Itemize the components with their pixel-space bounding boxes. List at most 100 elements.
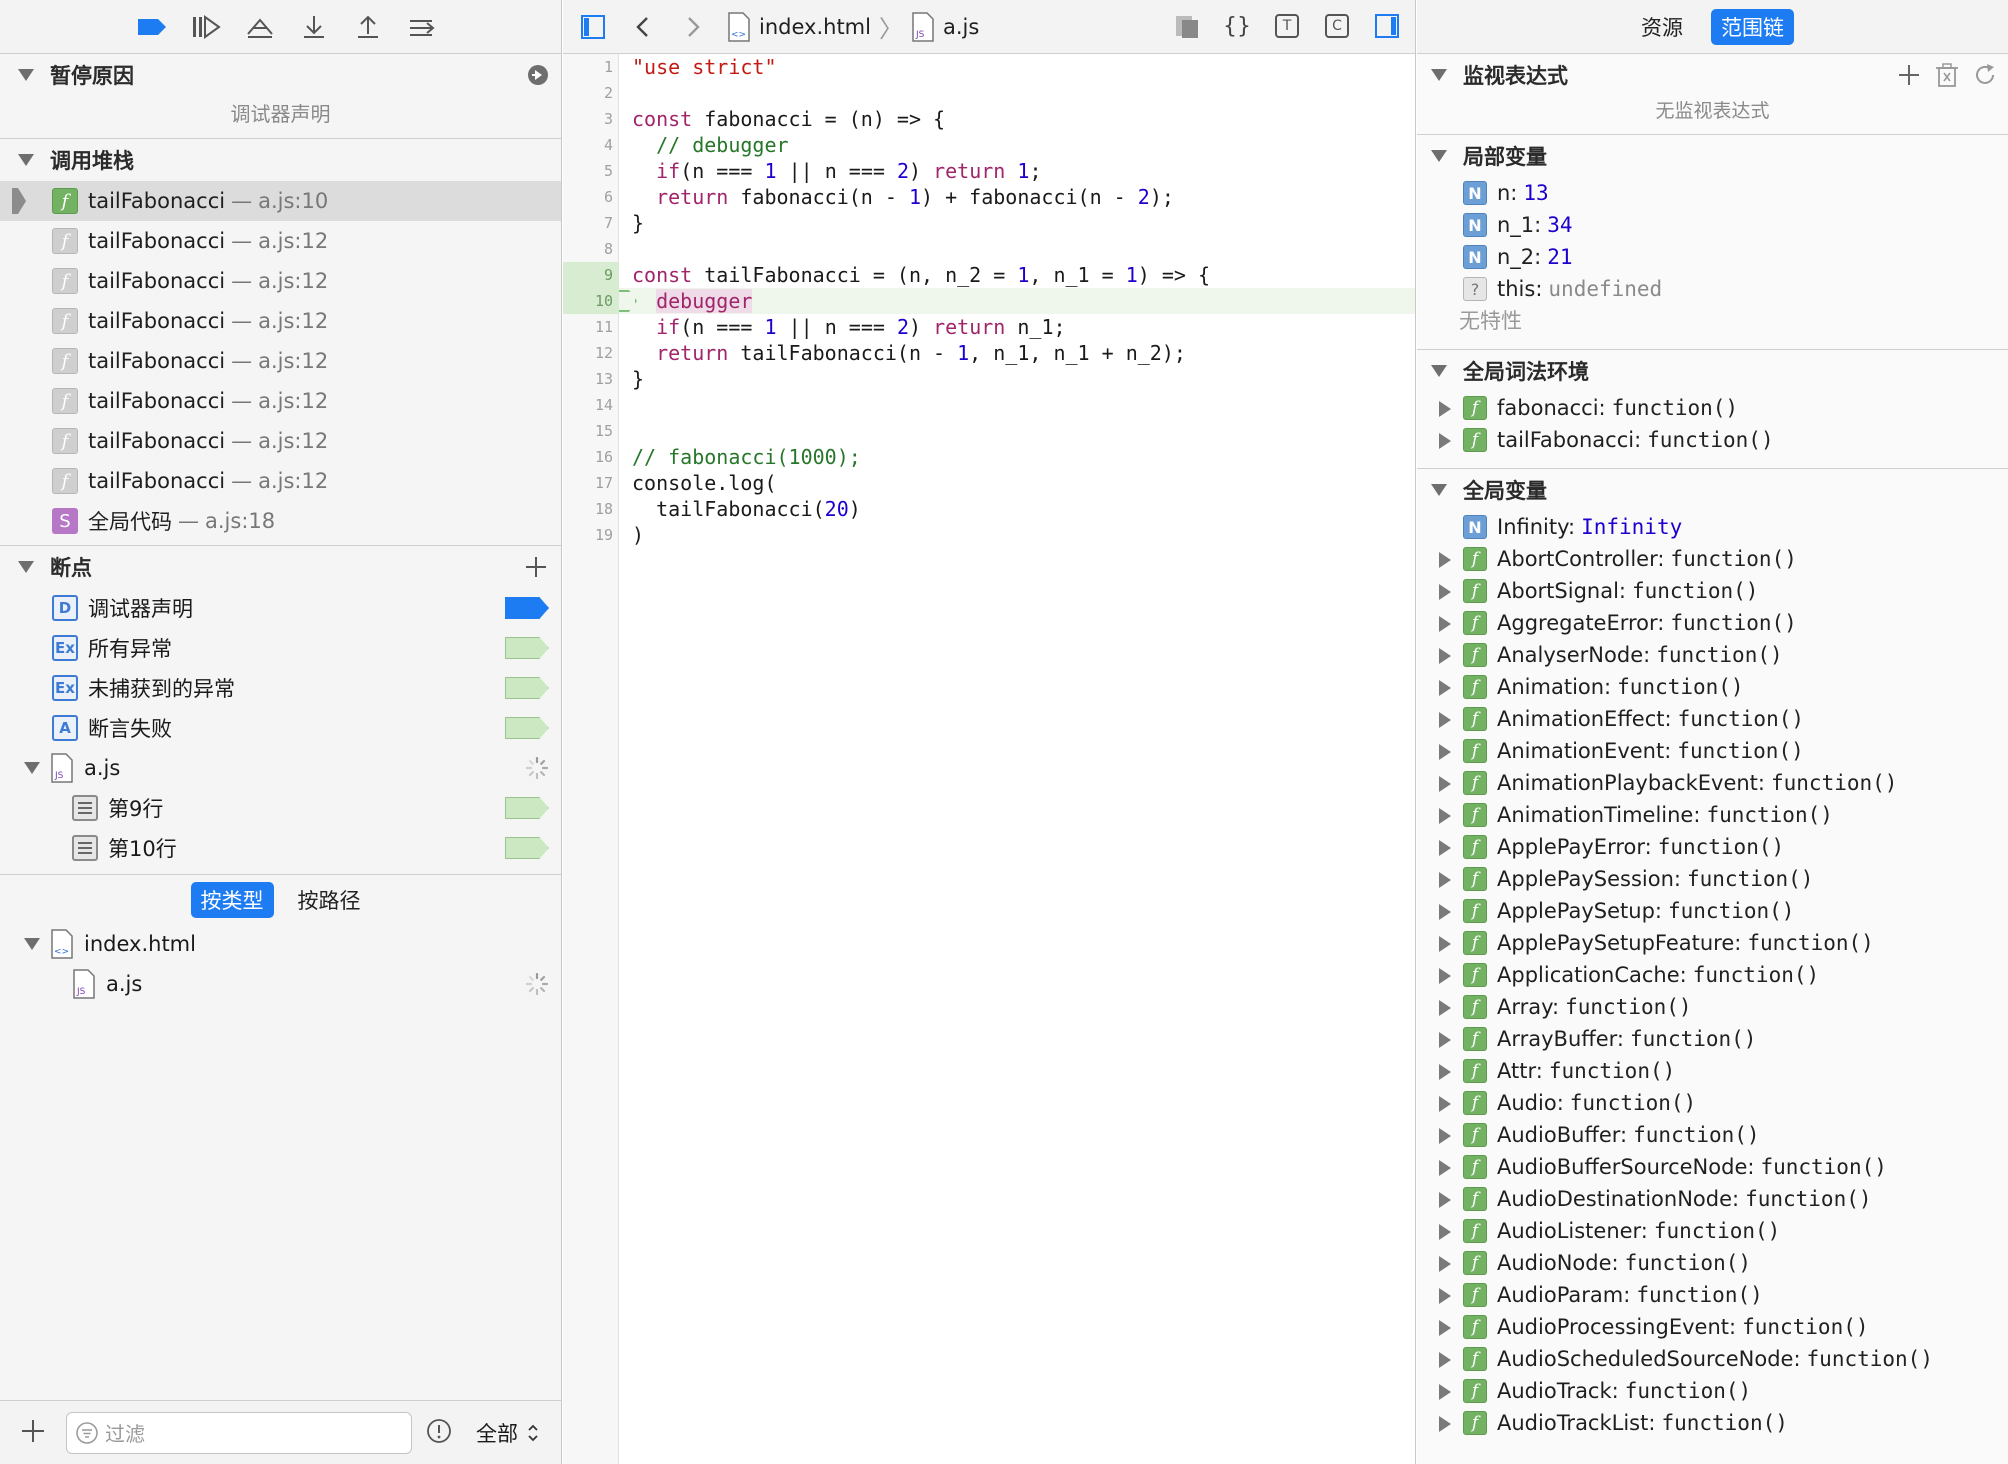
breakpoint-flag-icon[interactable] [505, 597, 549, 619]
continue-icon[interactable] [190, 11, 222, 43]
toggle-right-sidebar-icon[interactable] [1371, 10, 1403, 42]
variable-row[interactable]: f Animation: function() [1417, 671, 2008, 703]
line-number[interactable]: 4 [563, 132, 613, 158]
variable-value[interactable]: function() [1658, 835, 1784, 859]
breakpoint-line-9[interactable]: 第9行 [0, 788, 561, 828]
variable-row[interactable]: f AudioListener: function() [1417, 1215, 2008, 1247]
variable-row[interactable]: f Attr: function() [1417, 1055, 2008, 1087]
variable-row[interactable]: f AbortSignal: function() [1417, 575, 2008, 607]
line-number[interactable]: 19 [563, 522, 613, 548]
collapse-triangle-icon[interactable] [24, 762, 40, 774]
go-to-arrow-icon[interactable] [527, 64, 549, 91]
breakpoint-line-10[interactable]: 第10行 [0, 828, 561, 868]
variable-value[interactable]: 34 [1547, 213, 1572, 237]
variable-row[interactable]: f AudioBufferSourceNode: function() [1417, 1151, 2008, 1183]
line-number[interactable]: 5 [563, 158, 613, 184]
expand-triangle-icon[interactable] [1439, 1128, 1451, 1144]
breakpoint-flag-icon[interactable] [505, 717, 549, 739]
scope-select[interactable]: 全部 [476, 1418, 540, 1448]
variable-value[interactable]: function() [1678, 707, 1804, 731]
call-stack-frame[interactable]: f tailFabonacci — a.js:12 [0, 461, 561, 501]
variable-value[interactable]: function() [1677, 739, 1803, 763]
variable-value[interactable]: function() [1760, 1155, 1886, 1179]
variable-value[interactable]: function() [1647, 428, 1773, 452]
expand-triangle-icon[interactable] [1439, 1096, 1451, 1112]
group-by-path-tab[interactable]: 按路径 [288, 882, 371, 918]
variable-value[interactable]: Infinity [1581, 515, 1682, 539]
collapse-triangle-icon[interactable] [18, 154, 34, 166]
warning-filter-icon[interactable] [426, 1418, 452, 1448]
step-over-icon[interactable] [244, 11, 276, 43]
expand-triangle-icon[interactable] [1439, 904, 1451, 920]
variable-value[interactable]: function() [1693, 963, 1819, 987]
variable-value[interactable]: function() [1625, 1251, 1751, 1275]
variable-value[interactable]: function() [1617, 675, 1743, 699]
step-into-icon[interactable] [298, 11, 330, 43]
variable-row[interactable]: N n: 13 [1417, 177, 2008, 209]
expand-triangle-icon[interactable] [1439, 552, 1451, 568]
back-icon[interactable] [627, 11, 659, 43]
variable-row[interactable]: f AnalyserNode: function() [1417, 639, 2008, 671]
call-stack-frame[interactable]: f tailFabonacci — a.js:12 [0, 341, 561, 381]
variable-row[interactable]: f AudioDestinationNode: function() [1417, 1183, 2008, 1215]
line-number[interactable]: 2 [563, 80, 613, 106]
breadcrumb-item[interactable]: a.js [943, 15, 979, 39]
pause-reason-header[interactable]: 暂停原因 [0, 54, 561, 96]
variable-value[interactable]: function() [1612, 396, 1738, 420]
breakpoint-uncaught-exceptions[interactable]: Ex 未捕获到的异常 [0, 668, 561, 708]
tab-resources[interactable]: 资源 [1631, 9, 1693, 45]
breakpoint-all-exceptions[interactable]: Ex 所有异常 [0, 628, 561, 668]
filter-input[interactable]: 过滤 [66, 1411, 412, 1454]
breakpoint-flag-icon[interactable] [505, 837, 549, 859]
variable-value[interactable]: function() [1630, 1027, 1756, 1051]
collapse-triangle-icon[interactable] [1431, 150, 1447, 162]
expand-triangle-icon[interactable] [1439, 1256, 1451, 1272]
step-next-icon[interactable] [406, 11, 438, 43]
expand-triangle-icon[interactable] [1439, 584, 1451, 600]
variable-row[interactable]: f AudioTrack: function() [1417, 1375, 2008, 1407]
call-stack-header[interactable]: 调用堆栈 [0, 139, 561, 181]
clear-watch-icon[interactable] [1934, 62, 1960, 93]
type-profiler-icon[interactable]: T [1271, 10, 1303, 42]
variable-row[interactable]: f AnimationPlaybackEvent: function() [1417, 767, 2008, 799]
expand-triangle-icon[interactable] [1439, 1288, 1451, 1304]
variable-value[interactable]: function() [1633, 1123, 1759, 1147]
variable-row[interactable]: ? this: undefined [1417, 273, 2008, 305]
group-by-type-tab[interactable]: 按类型 [190, 881, 274, 918]
variable-row[interactable]: f ArrayBuffer: function() [1417, 1023, 2008, 1055]
breakpoint-flag-icon[interactable] [505, 637, 549, 659]
breadcrumb-item[interactable]: index.html [759, 15, 871, 39]
line-number[interactable]: 17 [563, 470, 613, 496]
code-view[interactable]: 1 "use strict" 2 3 const fabonacci = (n) =… [563, 54, 1415, 1464]
line-number[interactable]: 6 [563, 184, 613, 210]
variable-value[interactable]: function() [1668, 899, 1794, 923]
variable-value[interactable]: 21 [1547, 245, 1572, 269]
variable-value[interactable]: undefined [1548, 277, 1662, 301]
expand-triangle-icon[interactable] [1439, 744, 1451, 760]
variable-value[interactable]: function() [1570, 1091, 1696, 1115]
call-stack-frame[interactable]: S 全局代码 — a.js:18 [0, 501, 561, 541]
resource-root-row[interactable]: <> index.html [0, 924, 561, 964]
collapse-triangle-icon[interactable] [18, 69, 34, 81]
line-number[interactable]: 14 [563, 392, 613, 418]
refresh-watch-icon[interactable] [1972, 62, 1998, 93]
breakpoint-assertion-failures[interactable]: A 断言失败 [0, 708, 561, 748]
variable-row[interactable]: f ApplePayError: function() [1417, 831, 2008, 863]
expand-triangle-icon[interactable] [1439, 968, 1451, 984]
call-stack-frame[interactable]: f tailFabonacci — a.js:12 [0, 381, 561, 421]
expand-triangle-icon[interactable] [1439, 872, 1451, 888]
variable-row[interactable]: f ApplePaySession: function() [1417, 863, 2008, 895]
variable-row[interactable]: N n_2: 21 [1417, 241, 2008, 273]
resource-child-row[interactable]: JS a.js [0, 964, 561, 1004]
expand-triangle-icon[interactable] [1439, 680, 1451, 696]
expand-triangle-icon[interactable] [1439, 808, 1451, 824]
variable-value[interactable]: function() [1747, 931, 1873, 955]
variable-value[interactable]: function() [1656, 643, 1782, 667]
pretty-print-icon[interactable]: {} [1221, 10, 1253, 42]
variable-row[interactable]: f AnimationTimeline: function() [1417, 799, 2008, 831]
line-number[interactable]: 16 [563, 444, 613, 470]
tab-scope-chain[interactable]: 范围链 [1711, 8, 1794, 45]
expand-triangle-icon[interactable] [1439, 936, 1451, 952]
variable-value[interactable]: function() [1565, 995, 1691, 1019]
expand-triangle-icon[interactable] [1439, 1352, 1451, 1368]
